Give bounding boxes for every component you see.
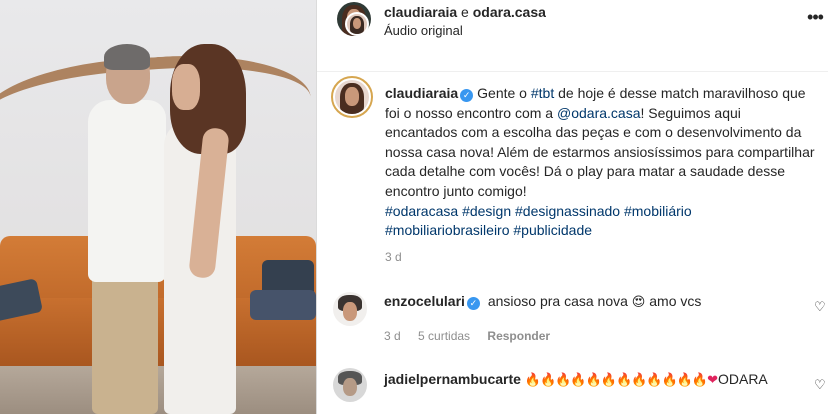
heart-outline-icon[interactable]: ♡ xyxy=(814,378,828,392)
comment-likes[interactable]: 5 curtidas xyxy=(418,329,470,343)
comment-avatar[interactable] xyxy=(333,368,367,402)
hashtag-link[interactable]: #mobiliário xyxy=(624,203,692,219)
man-figure-pants xyxy=(92,272,158,414)
comment-username[interactable]: enzocelulari xyxy=(384,293,465,309)
hashtag-link[interactable]: #odaracasa xyxy=(385,203,458,219)
man-figure-shirt xyxy=(88,100,166,282)
hashtag-link[interactable]: #mobiliariobrasileiro xyxy=(385,222,510,238)
header-usernames: claudiaraia e odara.casa xyxy=(384,4,546,20)
caption-avatar[interactable] xyxy=(331,76,373,118)
comment-meta: 3 d 5 curtidas Responder xyxy=(384,329,564,343)
comment-username[interactable]: jadielpernambucarte xyxy=(384,371,521,387)
caption-username[interactable]: claudiaraia xyxy=(385,85,458,101)
floor xyxy=(0,366,316,414)
comment-avatar[interactable] xyxy=(333,292,367,326)
audio-label[interactable]: Áudio original xyxy=(384,23,463,38)
hashtag-tbt[interactable]: #tbt xyxy=(531,85,554,101)
reply-button[interactable]: Responder xyxy=(487,329,550,343)
header-user1-link[interactable]: claudiaraia xyxy=(384,4,457,20)
caption-text-1: Gente o xyxy=(477,85,531,101)
red-heart-emoji: ❤ xyxy=(707,372,718,387)
comment-text: ODARA xyxy=(717,371,768,387)
post-header: claudiaraia e odara.casa Áudio original … xyxy=(317,0,828,72)
comment-body: jadielpernambucarte 🔥🔥🔥🔥🔥🔥🔥🔥🔥🔥🔥🔥❤ODARA xyxy=(384,370,768,389)
hashtag-link[interactable]: #design xyxy=(462,203,511,219)
comment-text: amo vcs xyxy=(649,293,702,309)
more-horizontal-icon[interactable]: ••• xyxy=(805,8,825,30)
caption-timestamp[interactable]: 3 d xyxy=(385,250,402,264)
header-conjunction: e xyxy=(461,4,469,20)
mention-odara[interactable]: @odara.casa xyxy=(557,105,640,121)
post-panel: claudiaraia e odara.casa Áudio original … xyxy=(317,0,828,414)
header-avatar-odara[interactable] xyxy=(345,12,369,36)
verified-badge-icon: ✓ xyxy=(466,297,480,310)
heart-outline-icon[interactable]: ♡ xyxy=(814,300,828,314)
header-user2-link[interactable]: odara.casa xyxy=(473,4,546,20)
fire-emoji-row: 🔥🔥🔥🔥🔥🔥🔥🔥🔥🔥🔥🔥 xyxy=(524,372,708,387)
comment-timestamp[interactable]: 3 d xyxy=(384,329,401,343)
post-video[interactable] xyxy=(0,0,316,414)
hashtag-link[interactable]: #publicidade xyxy=(513,222,592,238)
verified-badge-icon: ✓ xyxy=(460,89,474,102)
woman-figure-face xyxy=(172,64,200,110)
comment-body: enzocelulari ✓ ansioso pra casa nova 😍 am… xyxy=(384,292,701,311)
comment-text: ansioso pra casa nova xyxy=(487,293,632,309)
man-figure-hair xyxy=(104,44,150,70)
heart-eyes-emoji: 😍 xyxy=(631,294,646,309)
hashtag-link[interactable]: #designassinado xyxy=(515,203,620,219)
cushion-right xyxy=(250,290,316,320)
post-caption: claudiaraia ✓ Gente o #tbt de hoje é desse… xyxy=(385,84,817,241)
